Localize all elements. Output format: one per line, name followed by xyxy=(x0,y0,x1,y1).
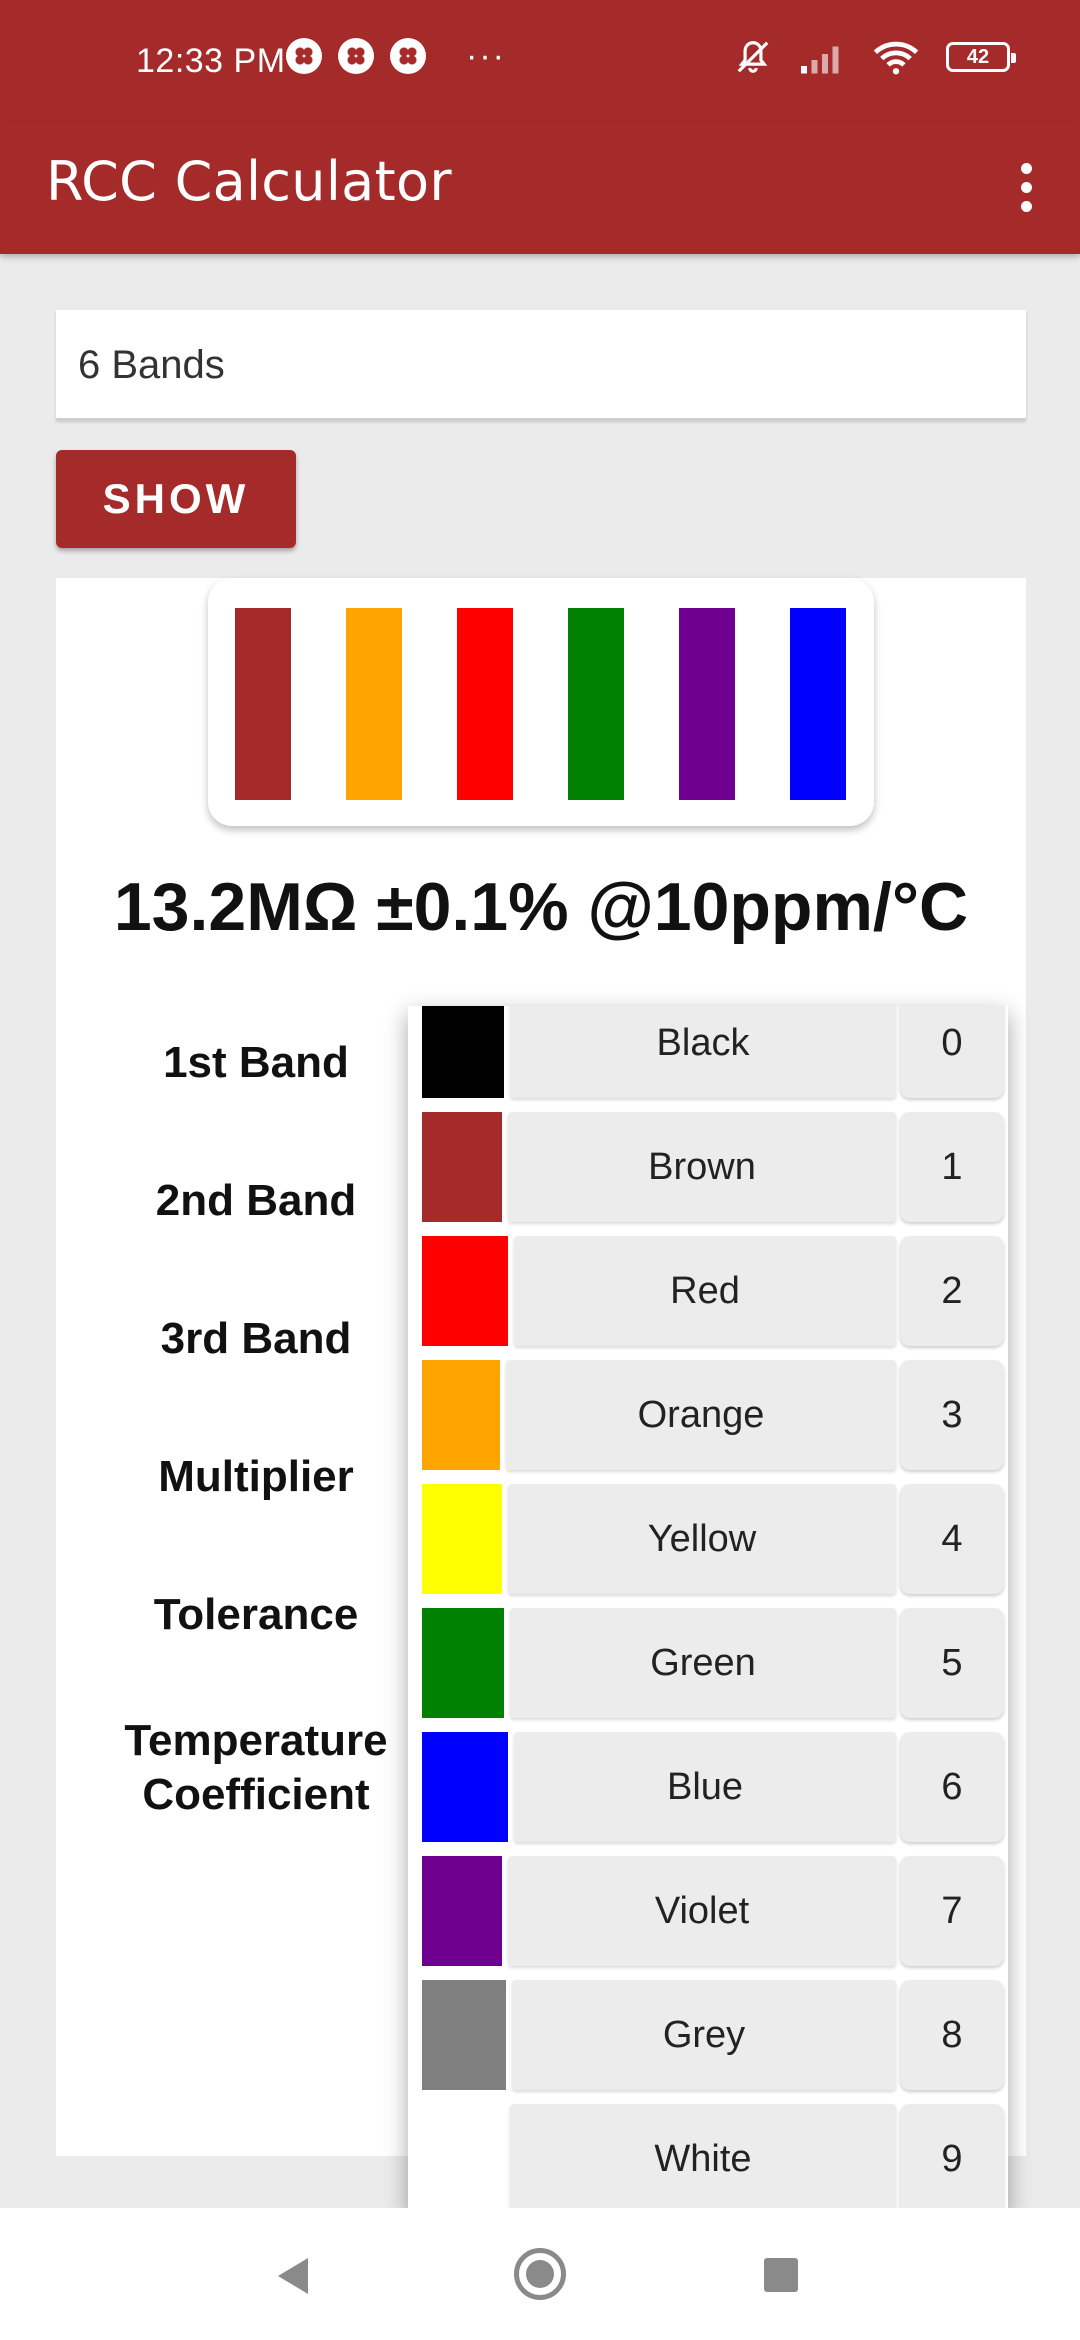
label-temp-line2: Coefficient xyxy=(142,1770,370,1819)
signal-icon xyxy=(801,46,839,74)
app-title: RCC Calculator xyxy=(46,150,452,213)
show-button[interactable]: SHOW xyxy=(56,450,296,548)
dropdown-item-yellow[interactable]: Yellow 4 xyxy=(408,1478,1008,1602)
color-swatch xyxy=(422,2104,504,2212)
menu-dot xyxy=(1020,181,1032,193)
color-swatch xyxy=(422,1856,502,1966)
color-swatch xyxy=(422,1484,502,1594)
color-digit: 3 xyxy=(900,1360,1004,1470)
dropdown-item-white[interactable]: White 9 xyxy=(408,2098,1008,2212)
color-swatch xyxy=(422,1732,508,1842)
more-notifications-icon: ··· xyxy=(466,37,506,75)
color-digit: 4 xyxy=(900,1484,1004,1594)
color-digit: 1 xyxy=(900,1112,1004,1222)
band-count-spinner[interactable]: 6 Bands xyxy=(56,310,1026,420)
color-name: Orange xyxy=(506,1360,896,1470)
wifi-icon xyxy=(873,41,919,75)
color-name: White xyxy=(510,2104,896,2212)
menu-dot xyxy=(1020,162,1032,174)
dropdown-item-orange[interactable]: Orange 3 xyxy=(408,1354,1008,1478)
label-2nd-band: 2nd Band xyxy=(155,1176,357,1225)
dropdown-item-red[interactable]: Red 2 xyxy=(408,1230,1008,1354)
app-bar: RCC Calculator xyxy=(0,124,1080,254)
color-name: Blue xyxy=(514,1732,896,1842)
label-multiplier: Multiplier xyxy=(158,1452,354,1501)
color-swatch xyxy=(422,1006,504,1098)
label-temperature-coefficient: Temperature Coefficient xyxy=(96,1714,416,1822)
label-temp-line1: Temperature xyxy=(124,1716,388,1765)
navigation-bar xyxy=(0,2208,1080,2340)
fan-icon xyxy=(338,38,374,74)
color-digit: 7 xyxy=(900,1856,1004,1966)
fan-icon xyxy=(390,38,426,74)
dropdown-item-black[interactable]: Black 0 xyxy=(408,1006,1008,1106)
home-circle-icon[interactable] xyxy=(514,2248,566,2300)
color-name: Red xyxy=(514,1236,896,1346)
status-time: 12:33 PM xyxy=(136,42,286,80)
color-name: Green xyxy=(510,1608,896,1718)
label-1st-band: 1st Band xyxy=(163,1038,349,1087)
resistor-band-3 xyxy=(457,608,513,800)
status-bar: 12:33 PM ··· 42 xyxy=(0,0,1080,124)
dropdown-item-green[interactable]: Green 5 xyxy=(408,1602,1008,1726)
notification-icons: ··· xyxy=(286,38,506,74)
color-digit: 6 xyxy=(900,1732,1004,1842)
color-swatch xyxy=(422,1360,500,1470)
color-digit: 5 xyxy=(900,1608,1004,1718)
color-digit: 8 xyxy=(900,1980,1004,2090)
resistor-band-5 xyxy=(679,608,735,800)
dropdown-item-blue[interactable]: Blue 6 xyxy=(408,1726,1008,1850)
color-name: Grey xyxy=(512,1980,896,2090)
dropdown-item-grey[interactable]: Grey 8 xyxy=(408,1974,1008,2098)
battery-icon: 42 xyxy=(946,42,1016,72)
color-swatch xyxy=(422,1112,502,1222)
result-value: 13.2MΩ ±0.1% @10ppm/°C xyxy=(113,869,969,945)
resistor-band-1 xyxy=(235,608,291,800)
resistor-band-6 xyxy=(790,608,846,800)
color-digit: 2 xyxy=(900,1236,1004,1346)
color-name: Violet xyxy=(508,1856,896,1966)
fan-icon xyxy=(286,38,322,74)
label-3rd-band: 3rd Band xyxy=(160,1314,352,1363)
dropdown-item-violet[interactable]: Violet 7 xyxy=(408,1850,1008,1974)
dropdown-item-brown[interactable]: Brown 1 xyxy=(408,1106,1008,1230)
color-swatch xyxy=(422,1236,508,1346)
color-digit: 9 xyxy=(900,2104,1004,2212)
mute-bell-icon xyxy=(737,41,769,73)
resistor-band-4 xyxy=(568,608,624,800)
back-triangle-icon[interactable] xyxy=(278,2258,308,2294)
more-vert-icon[interactable] xyxy=(1006,152,1046,222)
color-swatch xyxy=(422,1980,506,2090)
recents-square-icon[interactable] xyxy=(764,2258,798,2292)
battery-level: 42 xyxy=(966,45,990,68)
label-tolerance: Tolerance xyxy=(153,1590,359,1639)
resistor-preview xyxy=(208,578,874,826)
color-dropdown-list[interactable]: Black 0 Brown 1 Red 2 Orange 3 Yellow 4 Green 5 Blue… xyxy=(408,1006,1008,2212)
color-swatch xyxy=(422,1608,504,1718)
resistor-band-2 xyxy=(346,608,402,800)
color-name: Black xyxy=(510,1006,896,1098)
color-name: Yellow xyxy=(508,1484,896,1594)
system-icons: 42 xyxy=(734,38,1016,76)
color-name: Brown xyxy=(508,1112,896,1222)
color-digit: 0 xyxy=(900,1006,1004,1098)
menu-dot xyxy=(1020,200,1032,212)
